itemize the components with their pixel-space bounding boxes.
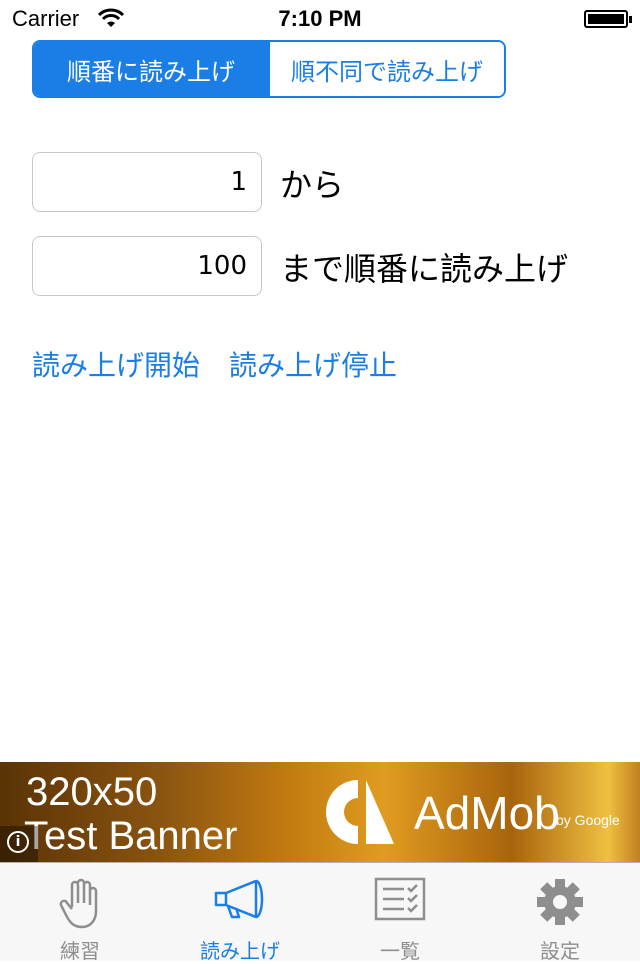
from-number-field[interactable]: 1: [32, 152, 262, 212]
megaphone-icon: [212, 877, 268, 925]
segment-sequential[interactable]: 順番に読み上げ: [34, 42, 268, 96]
tab-list[interactable]: 一覧: [320, 863, 480, 963]
tab-settings[interactable]: 設定: [480, 863, 640, 963]
tab-practice[interactable]: 練習: [0, 863, 160, 963]
stop-reading-button[interactable]: 読み上げ停止: [229, 344, 397, 384]
hand-icon: [58, 877, 102, 933]
to-number-field[interactable]: 100: [32, 236, 262, 296]
clock: 7:10 PM: [278, 6, 362, 31]
admob-logo-icon: [322, 776, 398, 852]
start-reading-button[interactable]: 読み上げ開始: [32, 344, 200, 384]
ad-title-text: Test Banner: [24, 814, 238, 858]
tab-read-aloud[interactable]: 読み上げ: [160, 863, 320, 963]
battery-icon: [584, 10, 632, 28]
status-bar: Carrier 7:10 PM: [0, 0, 640, 40]
to-label: まで順番に読み上げ: [280, 250, 569, 288]
tab-bar: 練習 読み上げ 一覧 設定: [0, 862, 640, 963]
ad-size-text: 320x50: [26, 770, 158, 814]
info-icon: i: [7, 831, 29, 853]
admob-brand: AdMob: [414, 787, 560, 839]
checklist-icon: [374, 877, 426, 925]
from-label: から: [280, 166, 345, 204]
ad-banner[interactable]: 320x50 Test Banner AdMob by Google i: [0, 762, 640, 862]
gear-icon: [535, 877, 585, 931]
segment-random[interactable]: 順不同で読み上げ: [268, 42, 504, 96]
read-mode-segmented-control: 順番に読み上げ 順不同で読み上げ: [32, 40, 506, 98]
admob-by-google: by Google: [556, 812, 620, 828]
ad-info-button[interactable]: i: [0, 826, 38, 862]
